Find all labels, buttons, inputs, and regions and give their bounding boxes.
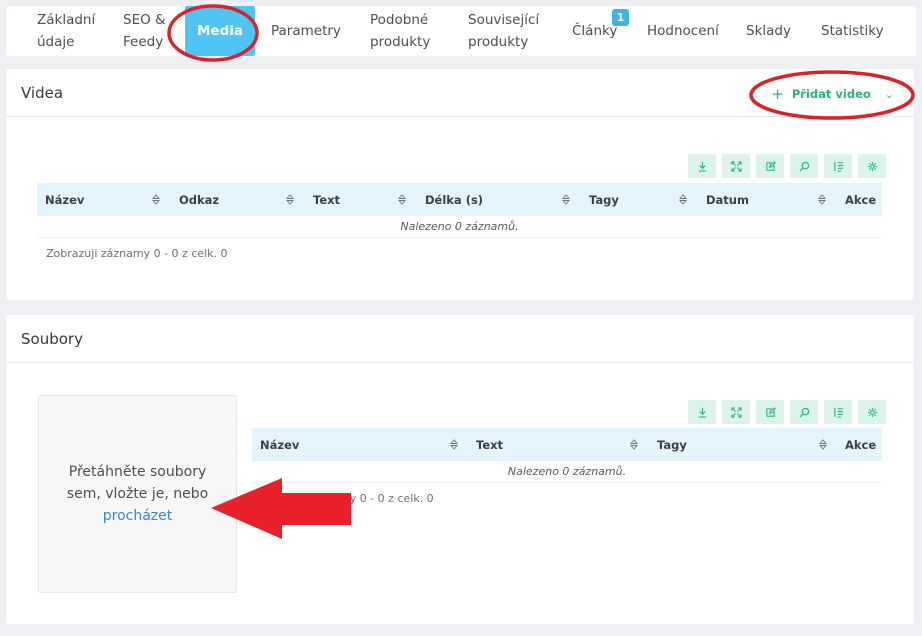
sort-icon[interactable]: [450, 439, 458, 450]
settings-icon[interactable]: [858, 400, 886, 424]
tab-label: Články: [572, 23, 618, 39]
sort-icon[interactable]: [818, 194, 826, 205]
plus-icon: +: [771, 85, 784, 103]
videos-title: Videa: [21, 83, 64, 102]
column-header-actions: Akce: [845, 183, 876, 216]
add-video-button[interactable]: + Přidat video ⌄: [771, 83, 894, 105]
files-table-info: my 0 - 0 z celk. 0: [339, 492, 434, 505]
column-label: Text: [313, 192, 341, 207]
tab-label: Základní: [37, 12, 96, 28]
videos-table-header: Název Odkaz Text Délka (s) Tagy Datum Ak…: [37, 183, 882, 216]
product-tabs: Základní údaje SEO & Feedy Media Parametry…: [6, 6, 916, 56]
empty-table-row: Nalezeno 0 záznamů.: [37, 216, 882, 238]
tab-stock[interactable]: Sklady: [746, 6, 806, 56]
tab-label: Feedy: [123, 34, 164, 50]
edit-icon[interactable]: [756, 154, 784, 178]
column-label: Název: [260, 437, 300, 452]
column-label: Odkaz: [179, 192, 220, 207]
column-label: Datum: [706, 192, 749, 207]
files-title: Soubory: [21, 329, 83, 348]
tab-basic-info[interactable]: Základní údaje: [37, 6, 117, 56]
column-label: Tagy: [657, 437, 687, 452]
files-table: Název Text Tagy Akce Nalezeno 0 záznamů.: [252, 428, 882, 483]
files-panel-header: Soubory: [6, 315, 914, 363]
dropzone-text: Přetáhněte soubory: [68, 464, 207, 480]
videos-table-toolbar: [688, 154, 886, 178]
column-label: Délka (s): [425, 192, 484, 207]
videos-table-info: Zobrazuji záznamy 0 - 0 z celk. 0: [46, 247, 228, 260]
tab-statistics[interactable]: Statistiky: [821, 6, 901, 56]
tab-articles[interactable]: Články 1: [572, 6, 632, 56]
sort-icon[interactable]: [562, 194, 570, 205]
tab-label: Statistiky: [821, 23, 884, 39]
videos-panel: Videa + Přidat video ⌄ Název Odkaz Text …: [6, 69, 914, 300]
tab-label: Sklady: [746, 23, 791, 39]
column-header-actions: Akce: [845, 428, 876, 461]
videos-table: Název Odkaz Text Délka (s) Tagy Datum Ak…: [37, 183, 882, 238]
download-icon[interactable]: [688, 154, 716, 178]
column-label: Akce: [845, 192, 877, 207]
file-dropzone[interactable]: Přetáhněte soubory sem, vložte je, nebo …: [38, 395, 237, 593]
column-header-text[interactable]: Text: [476, 428, 503, 461]
column-header-name[interactable]: Název: [260, 428, 299, 461]
column-header-tags[interactable]: Tagy: [589, 183, 619, 216]
tab-label: Media: [197, 23, 243, 39]
browse-link[interactable]: procházet: [67, 505, 208, 527]
files-panel: Soubory Přetáhněte soubory sem, vložte j…: [6, 315, 914, 624]
tab-label: produkty: [370, 34, 431, 50]
column-label: Název: [45, 192, 85, 207]
empty-table-row: Nalezeno 0 záznamů.: [252, 461, 882, 483]
tab-label: údaje: [37, 34, 75, 50]
column-label: Akce: [845, 437, 877, 452]
expand-icon[interactable]: [722, 154, 750, 178]
edit-icon[interactable]: [756, 400, 784, 424]
download-icon[interactable]: [688, 400, 716, 424]
column-header-link[interactable]: Odkaz: [179, 183, 219, 216]
column-header-text[interactable]: Text: [313, 183, 340, 216]
add-video-label: Přidat video: [791, 87, 871, 101]
tab-reviews[interactable]: Hodnocení: [647, 6, 727, 56]
tab-label: Související: [468, 12, 540, 28]
column-header-tags[interactable]: Tagy: [657, 428, 687, 461]
list-icon[interactable]: [824, 154, 852, 178]
column-label: Tagy: [589, 192, 619, 207]
column-label: Text: [476, 437, 504, 452]
tab-label: SEO &: [123, 12, 166, 28]
list-icon[interactable]: [824, 400, 852, 424]
sort-icon[interactable]: [819, 439, 827, 450]
sort-icon[interactable]: [679, 194, 687, 205]
search-icon[interactable]: [790, 400, 818, 424]
articles-count-badge: 1: [612, 9, 629, 26]
search-icon[interactable]: [790, 154, 818, 178]
tab-label: produkty: [468, 34, 529, 50]
tab-related-products[interactable]: Související produkty: [468, 6, 558, 56]
settings-icon[interactable]: [858, 154, 886, 178]
column-header-date[interactable]: Datum: [706, 183, 749, 216]
tab-seo-feeds[interactable]: SEO & Feedy: [123, 6, 183, 56]
files-table-toolbar: [688, 400, 886, 424]
sort-icon[interactable]: [286, 194, 294, 205]
tab-label: Parametry: [271, 23, 341, 39]
files-table-header: Název Text Tagy Akce: [252, 428, 882, 461]
tab-label: Podobné: [370, 12, 429, 28]
tab-parameters[interactable]: Parametry: [271, 6, 351, 56]
sort-icon[interactable]: [630, 439, 638, 450]
chevron-down-icon[interactable]: ⌄: [885, 88, 894, 101]
tab-media[interactable]: Media: [185, 6, 255, 56]
column-header-name[interactable]: Název: [45, 183, 84, 216]
expand-icon[interactable]: [722, 400, 750, 424]
tab-similar-products[interactable]: Podobné produkty: [370, 6, 450, 56]
sort-icon[interactable]: [152, 194, 160, 205]
sort-icon[interactable]: [398, 194, 406, 205]
column-header-length[interactable]: Délka (s): [425, 183, 483, 216]
dropzone-text: sem, vložte je, nebo: [66, 486, 209, 502]
tab-label: Hodnocení: [647, 23, 719, 39]
